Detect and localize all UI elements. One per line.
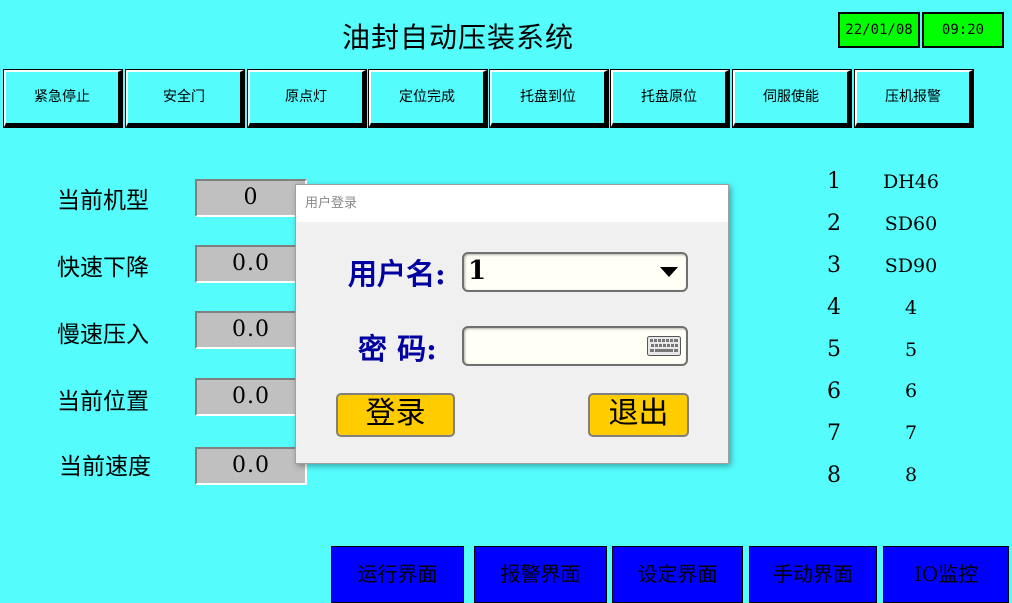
username-label: 用户名: <box>348 257 446 291</box>
nav-run-screen[interactable]: 运行界面 <box>331 546 464 603</box>
model-number: 2 <box>827 211 841 236</box>
model-number: 1 <box>827 169 841 194</box>
username-value: 1 <box>468 256 487 286</box>
param-label-current-model: 当前机型 <box>57 188 149 214</box>
model-name: DH46 <box>883 171 939 193</box>
param-value-current-position: 0.0 <box>195 378 307 416</box>
status-safety-door[interactable]: 安全门 <box>125 69 245 128</box>
nav-settings-screen[interactable]: 设定界面 <box>612 546 743 603</box>
model-name: SD90 <box>884 255 938 277</box>
model-number: 5 <box>827 337 841 362</box>
param-value-slow-press: 0.0 <box>195 311 307 349</box>
status-press-alarm[interactable]: 压机报警 <box>854 69 974 128</box>
chevron-down-icon[interactable] <box>660 267 678 277</box>
password-field[interactable] <box>462 326 688 366</box>
status-servo-enable[interactable]: 伺服使能 <box>732 69 852 128</box>
password-label: 密 码: <box>358 332 437 366</box>
param-label-current-speed: 当前速度 <box>59 454 151 480</box>
param-value-fast-descend: 0.0 <box>195 245 307 283</box>
model-name: 5 <box>904 339 918 361</box>
login-dialog: 用户登录 用户名: 1 密 码: 登录 退出 <box>295 184 729 464</box>
nav-manual-screen[interactable]: 手动界面 <box>749 546 877 603</box>
status-emergency-stop[interactable]: 紧急停止 <box>3 69 123 128</box>
username-select[interactable]: 1 <box>462 252 688 292</box>
status-origin-lamp[interactable]: 原点灯 <box>247 69 367 128</box>
nav-alarm-screen[interactable]: 报警界面 <box>474 546 607 603</box>
model-number: 7 <box>827 421 841 446</box>
model-name: 7 <box>904 422 918 444</box>
model-name: 6 <box>904 380 918 402</box>
param-label-current-position: 当前位置 <box>57 389 149 415</box>
model-number: 4 <box>827 295 841 320</box>
model-number: 6 <box>827 379 841 404</box>
dialog-title: 用户登录 <box>296 185 728 222</box>
date-display: 22/01/08 <box>838 12 920 48</box>
login-button[interactable]: 登录 <box>336 393 455 437</box>
model-name: SD60 <box>884 213 938 235</box>
exit-button[interactable]: 退出 <box>588 393 689 437</box>
nav-io-monitor[interactable]: IO监控 <box>883 546 1009 603</box>
status-positioning-done[interactable]: 定位完成 <box>368 69 488 128</box>
app-title: 油封自动压装系统 <box>341 21 574 54</box>
model-name: 8 <box>904 464 918 486</box>
model-name: 4 <box>904 297 918 319</box>
param-value-current-speed: 0.0 <box>195 447 307 485</box>
param-label-fast-descend: 快速下降 <box>57 255 149 281</box>
model-number: 3 <box>827 253 841 278</box>
time-display: 09:20 <box>922 12 1004 48</box>
param-value-current-model: 0 <box>195 179 307 217</box>
model-number: 8 <box>827 463 841 488</box>
status-tray-in-place[interactable]: 托盘到位 <box>489 69 609 128</box>
keyboard-icon[interactable] <box>647 336 681 356</box>
param-label-slow-press: 慢速压入 <box>57 322 149 348</box>
status-tray-origin[interactable]: 托盘原位 <box>610 69 730 128</box>
